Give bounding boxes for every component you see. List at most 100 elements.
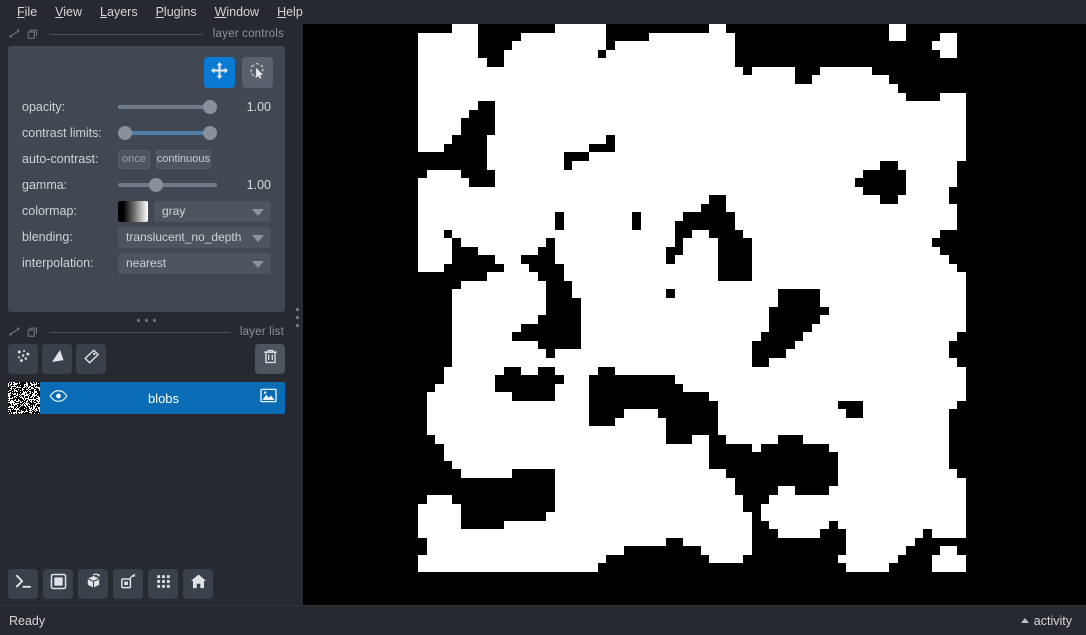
menu-plugins[interactable]: Plugins	[147, 2, 206, 22]
transpose-dims-button[interactable]	[113, 569, 143, 599]
auto-contrast-once-button[interactable]: once	[118, 149, 150, 169]
dock-splitter-handle-vertical[interactable]	[292, 300, 303, 334]
transform-mode-button[interactable]	[242, 57, 273, 88]
layer-visibility-toggle[interactable]	[40, 389, 76, 408]
blending-label: blending:	[22, 230, 73, 244]
menu-file[interactable]: File	[8, 2, 46, 22]
square-icon	[49, 572, 68, 596]
layer-list-dock-title-bar: layer list	[0, 322, 292, 342]
console-button[interactable]	[8, 569, 38, 599]
chevron-down-icon	[252, 208, 264, 216]
layer-thumbnail	[8, 382, 40, 414]
menu-window[interactable]: Window	[206, 2, 268, 22]
menu-view[interactable]: View	[46, 2, 91, 22]
console-icon	[14, 572, 33, 596]
interpolation-label: interpolation:	[22, 256, 94, 270]
dot	[296, 323, 299, 327]
chevron-up-icon	[1020, 618, 1029, 623]
contrast-limits-low-knob[interactable]	[118, 126, 132, 140]
layer-controls-dock-title-bar: layer controls	[0, 24, 292, 44]
opacity-knob[interactable]	[203, 100, 217, 114]
blobs-image-layer	[418, 24, 966, 572]
menu-layers[interactable]: Layers	[91, 2, 147, 22]
pan-zoom-mode-button[interactable]	[204, 57, 235, 88]
layer-list-item-blobs[interactable]: blobs	[8, 382, 285, 414]
layer-type-indicator	[251, 388, 285, 408]
grid-icon	[154, 572, 173, 596]
colormap-label: colormap:	[22, 204, 77, 218]
labels-icon	[82, 347, 101, 371]
new-points-layer-button[interactable]	[8, 344, 38, 374]
shapes-icon	[48, 347, 67, 371]
new-labels-layer-button[interactable]	[76, 344, 106, 374]
layer-mode-buttons	[204, 57, 273, 88]
blending-row: blending: translucent_no_depth	[8, 224, 285, 250]
new-shapes-layer-button[interactable]	[42, 344, 72, 374]
layer-control-rows: opacity: 1.00 contrast limits: auto-cont…	[8, 94, 285, 276]
grid-view-button[interactable]	[148, 569, 178, 599]
delete-layer-button[interactable]	[255, 344, 285, 374]
auto-contrast-label: auto-contrast:	[22, 152, 99, 166]
status-bar: Ready activity	[0, 605, 1086, 635]
dock-title-divider	[50, 33, 203, 35]
blending-dropdown[interactable]: translucent_no_depth	[118, 226, 271, 248]
points-icon	[14, 347, 33, 371]
gamma-value: 1.00	[246, 178, 271, 192]
float-icon[interactable]	[8, 28, 21, 41]
opacity-row: opacity: 1.00	[8, 94, 285, 120]
menu-bar: File View Layers Plugins Window Help	[0, 0, 1086, 24]
napari-window: File View Layers Plugins Window Help lay…	[0, 0, 1086, 635]
close-icon[interactable]	[26, 326, 39, 339]
activity-label: activity	[1033, 613, 1072, 628]
close-icon[interactable]	[26, 28, 39, 41]
interpolation-dropdown[interactable]: nearest	[118, 252, 271, 274]
blending-value: translucent_no_depth	[126, 230, 242, 244]
activity-toggle[interactable]: activity	[1020, 613, 1072, 628]
auto-contrast-row: auto-contrast: once continuous	[8, 146, 285, 172]
layer-list-toolbar	[8, 344, 285, 377]
chevron-down-icon	[252, 234, 264, 242]
eye-icon	[49, 389, 68, 408]
colormap-row: colormap: gray	[8, 198, 285, 224]
image-icon	[259, 388, 277, 408]
menu-help[interactable]: Help	[268, 2, 312, 22]
transform-icon	[248, 61, 267, 85]
gamma-row: gamma: 1.00	[8, 172, 285, 198]
viewer-canvas[interactable]	[303, 24, 1086, 605]
float-icon[interactable]	[8, 326, 21, 339]
cube-icon	[84, 572, 103, 596]
contrast-limits-row: contrast limits:	[8, 120, 285, 146]
opacity-slider[interactable]	[118, 99, 217, 115]
gamma-slider[interactable]	[118, 177, 217, 193]
layer-controls-panel: opacity: 1.00 contrast limits: auto-cont…	[8, 46, 285, 312]
colormap-swatch	[118, 200, 148, 222]
gamma-label: gamma:	[22, 178, 68, 192]
status-message: Ready	[9, 613, 46, 628]
layer-list-title: layer list	[239, 326, 284, 338]
contrast-limits-label: contrast limits:	[22, 126, 102, 140]
interpolation-row: interpolation: nearest	[8, 250, 285, 276]
colormap-dropdown[interactable]: gray	[154, 200, 271, 222]
gamma-knob[interactable]	[149, 178, 164, 192]
dot	[296, 315, 299, 319]
home-button[interactable]	[183, 569, 213, 599]
ndisplay-toggle-button[interactable]	[43, 569, 73, 599]
opacity-value: 1.00	[246, 100, 271, 114]
contrast-limits-slider[interactable]	[118, 125, 217, 141]
contrast-limits-high-knob[interactable]	[203, 126, 217, 140]
auto-contrast-continuous-button[interactable]: continuous	[155, 149, 211, 169]
dock-title-divider	[50, 331, 230, 333]
roll-dims-button[interactable]	[78, 569, 108, 599]
layer-name-label: blobs	[147, 390, 180, 406]
gamma-track	[118, 183, 217, 187]
trash-icon	[261, 347, 280, 371]
transpose-icon	[119, 572, 138, 596]
colormap-value: gray	[162, 204, 186, 218]
layer-controls-title: layer controls	[212, 28, 284, 40]
left-dock-panel: layer controls opacity: 1.00 contrast li…	[0, 24, 292, 620]
viewer-button-bar	[8, 569, 213, 603]
layer-list-dock: layer list blobs	[0, 322, 292, 414]
opacity-label: opacity:	[22, 100, 66, 114]
chevron-down-icon	[252, 260, 264, 268]
move-icon	[210, 61, 229, 85]
